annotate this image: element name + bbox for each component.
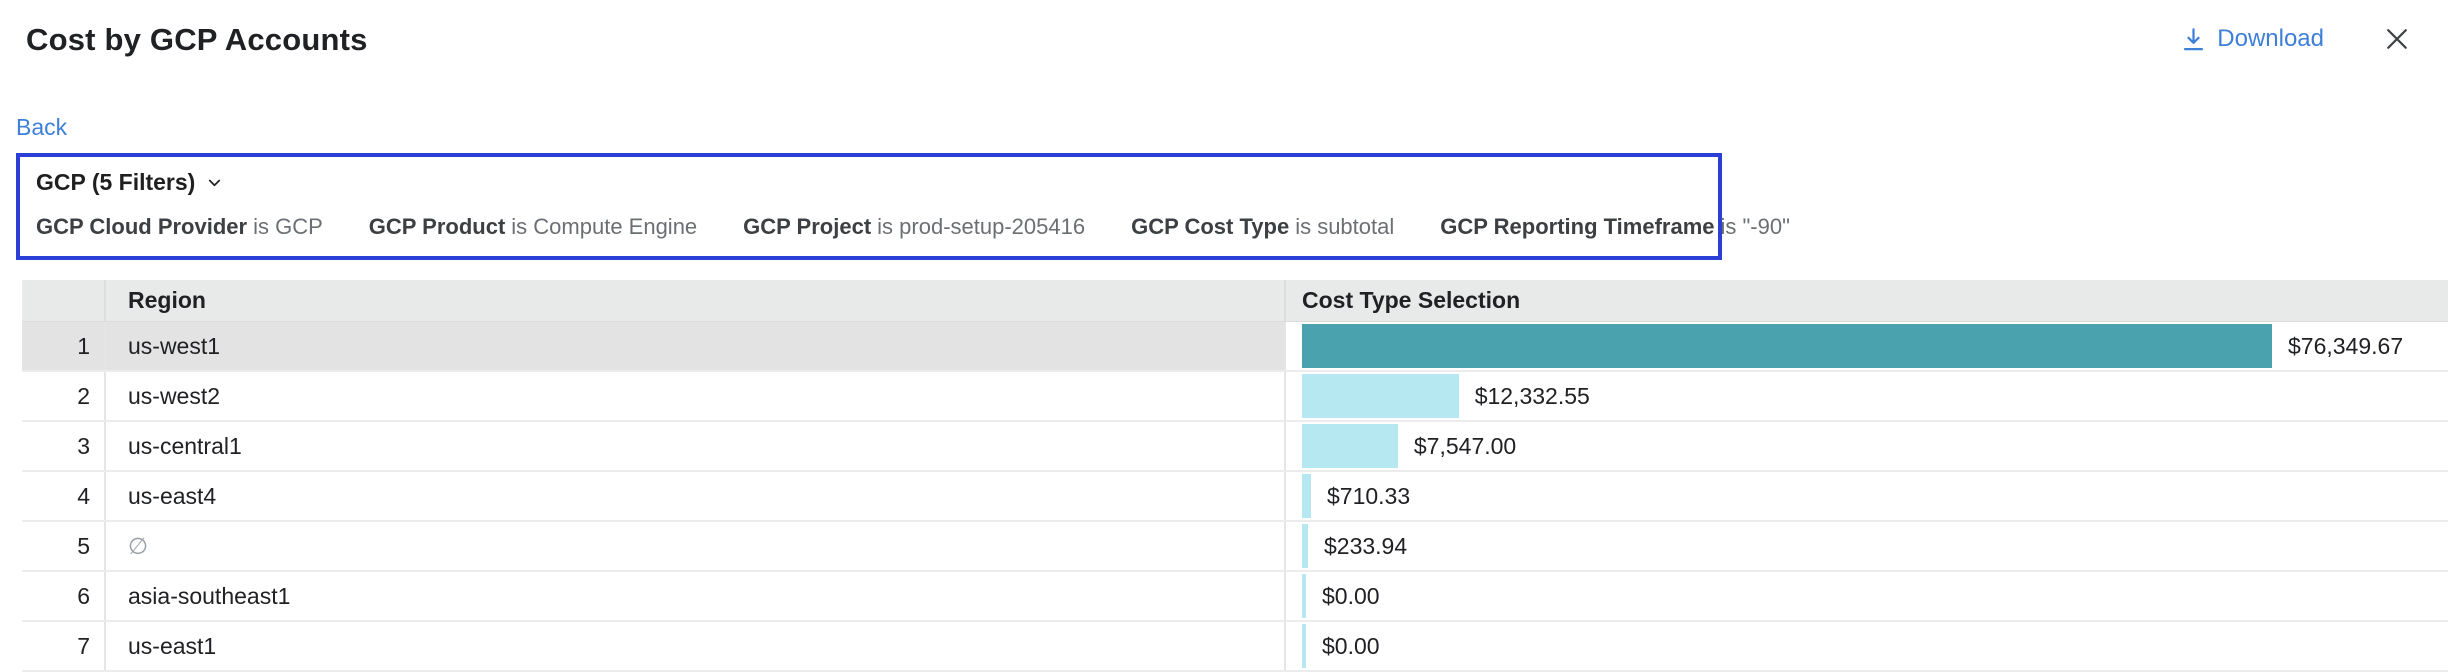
download-icon	[2180, 26, 2207, 53]
cost-table: Region Cost Type Selection 1 us-west1 $7…	[22, 280, 2448, 672]
row-index: 5	[22, 522, 106, 570]
filter-criterion: GCP Projectis prod-setup-205416	[743, 214, 1085, 240]
filter-criteria-list: GCP Cloud Provideris GCP GCP Productis C…	[36, 214, 1700, 240]
download-label: Download	[2217, 25, 2324, 53]
close-icon	[2382, 24, 2412, 54]
table-body: 1 us-west1 $76,349.67 2 us-west2 $12,332…	[22, 322, 2448, 672]
cost-bar	[1302, 524, 1308, 568]
row-number-column-header	[22, 280, 106, 321]
row-region: us-east1	[106, 622, 1286, 670]
cost-bar	[1302, 374, 1459, 418]
cost-value: $0.00	[1322, 583, 1380, 610]
filter-field-name: GCP Cloud Provider	[36, 214, 247, 239]
table-row[interactable]: 3 us-central1 $7,547.00	[22, 422, 2448, 472]
row-cost-cell: $76,349.67	[1286, 322, 2448, 370]
filter-condition: is subtotal	[1295, 214, 1394, 239]
cost-value: $710.33	[1327, 483, 1410, 510]
cost-value: $0.00	[1322, 633, 1380, 660]
filter-field-name: GCP Reporting Timeframe	[1440, 214, 1714, 239]
filter-condition: is Compute Engine	[511, 214, 697, 239]
filter-criterion: GCP Productis Compute Engine	[369, 214, 697, 240]
cost-value: $233.94	[1324, 533, 1407, 560]
filter-summary-dropdown[interactable]: GCP (5 Filters)	[36, 169, 224, 196]
close-button[interactable]	[2382, 24, 2412, 54]
top-actions: Download	[2180, 22, 2412, 54]
filter-box: GCP (5 Filters) GCP Cloud Provideris GCP…	[16, 153, 1722, 260]
download-button[interactable]: Download	[2180, 25, 2324, 53]
row-region: us-east4	[106, 472, 1286, 520]
filter-condition: is GCP	[253, 214, 323, 239]
filter-criterion: GCP Cloud Provideris GCP	[36, 214, 323, 240]
row-region: asia-southeast1	[106, 572, 1286, 620]
cost-value: $12,332.55	[1475, 383, 1590, 410]
cost-bar	[1302, 574, 1306, 618]
table-row[interactable]: 2 us-west2 $12,332.55	[22, 372, 2448, 422]
row-cost-cell: $7,547.00	[1286, 422, 2448, 470]
filter-criterion: GCP Reporting Timeframe is "-90"	[1440, 214, 1790, 240]
filter-field-name: GCP Product	[369, 214, 506, 239]
row-index: 2	[22, 372, 106, 420]
cost-value: $7,547.00	[1414, 433, 1516, 460]
row-region: us-west1	[106, 322, 1286, 370]
row-cost-cell: $0.00	[1286, 572, 2448, 620]
back-link[interactable]: Back	[16, 114, 67, 141]
table-row[interactable]: 1 us-west1 $76,349.67	[22, 322, 2448, 372]
region-column-header[interactable]: Region	[106, 280, 1286, 321]
top-bar: Cost by GCP Accounts Download	[0, 0, 2448, 58]
row-cost-cell: $710.33	[1286, 472, 2448, 520]
table-row[interactable]: 6 asia-southeast1 $0.00	[22, 572, 2448, 622]
row-region: us-central1	[106, 422, 1286, 470]
table-row[interactable]: 7 us-east1 $0.00	[22, 622, 2448, 672]
row-cost-cell: $12,332.55	[1286, 372, 2448, 420]
filter-criterion: GCP Cost Typeis subtotal	[1131, 214, 1394, 240]
filter-condition: is prod-setup-205416	[877, 214, 1085, 239]
filter-field-name: GCP Cost Type	[1131, 214, 1289, 239]
filter-summary-label: GCP (5 Filters)	[36, 169, 195, 196]
row-index: 6	[22, 572, 106, 620]
table-row[interactable]: 4 us-east4 $710.33	[22, 472, 2448, 522]
row-region: us-west2	[106, 372, 1286, 420]
filter-condition: is "-90"	[1721, 214, 1790, 239]
row-index: 1	[22, 322, 106, 370]
row-index: 4	[22, 472, 106, 520]
filter-field-name: GCP Project	[743, 214, 871, 239]
row-cost-cell: $0.00	[1286, 622, 2448, 670]
row-index: 7	[22, 622, 106, 670]
table-row[interactable]: 5 ∅ $233.94	[22, 522, 2448, 572]
cost-bar	[1302, 424, 1398, 468]
cost-bar	[1302, 624, 1306, 668]
page-title: Cost by GCP Accounts	[26, 22, 368, 58]
cost-bar	[1302, 474, 1311, 518]
chevron-down-icon	[205, 173, 224, 192]
table-header: Region Cost Type Selection	[22, 280, 2448, 322]
cost-column-header[interactable]: Cost Type Selection	[1286, 280, 2448, 321]
row-cost-cell: $233.94	[1286, 522, 2448, 570]
row-region: ∅	[106, 522, 1286, 570]
cost-value: $76,349.67	[2288, 333, 2403, 360]
cost-bar	[1302, 324, 2272, 368]
row-index: 3	[22, 422, 106, 470]
